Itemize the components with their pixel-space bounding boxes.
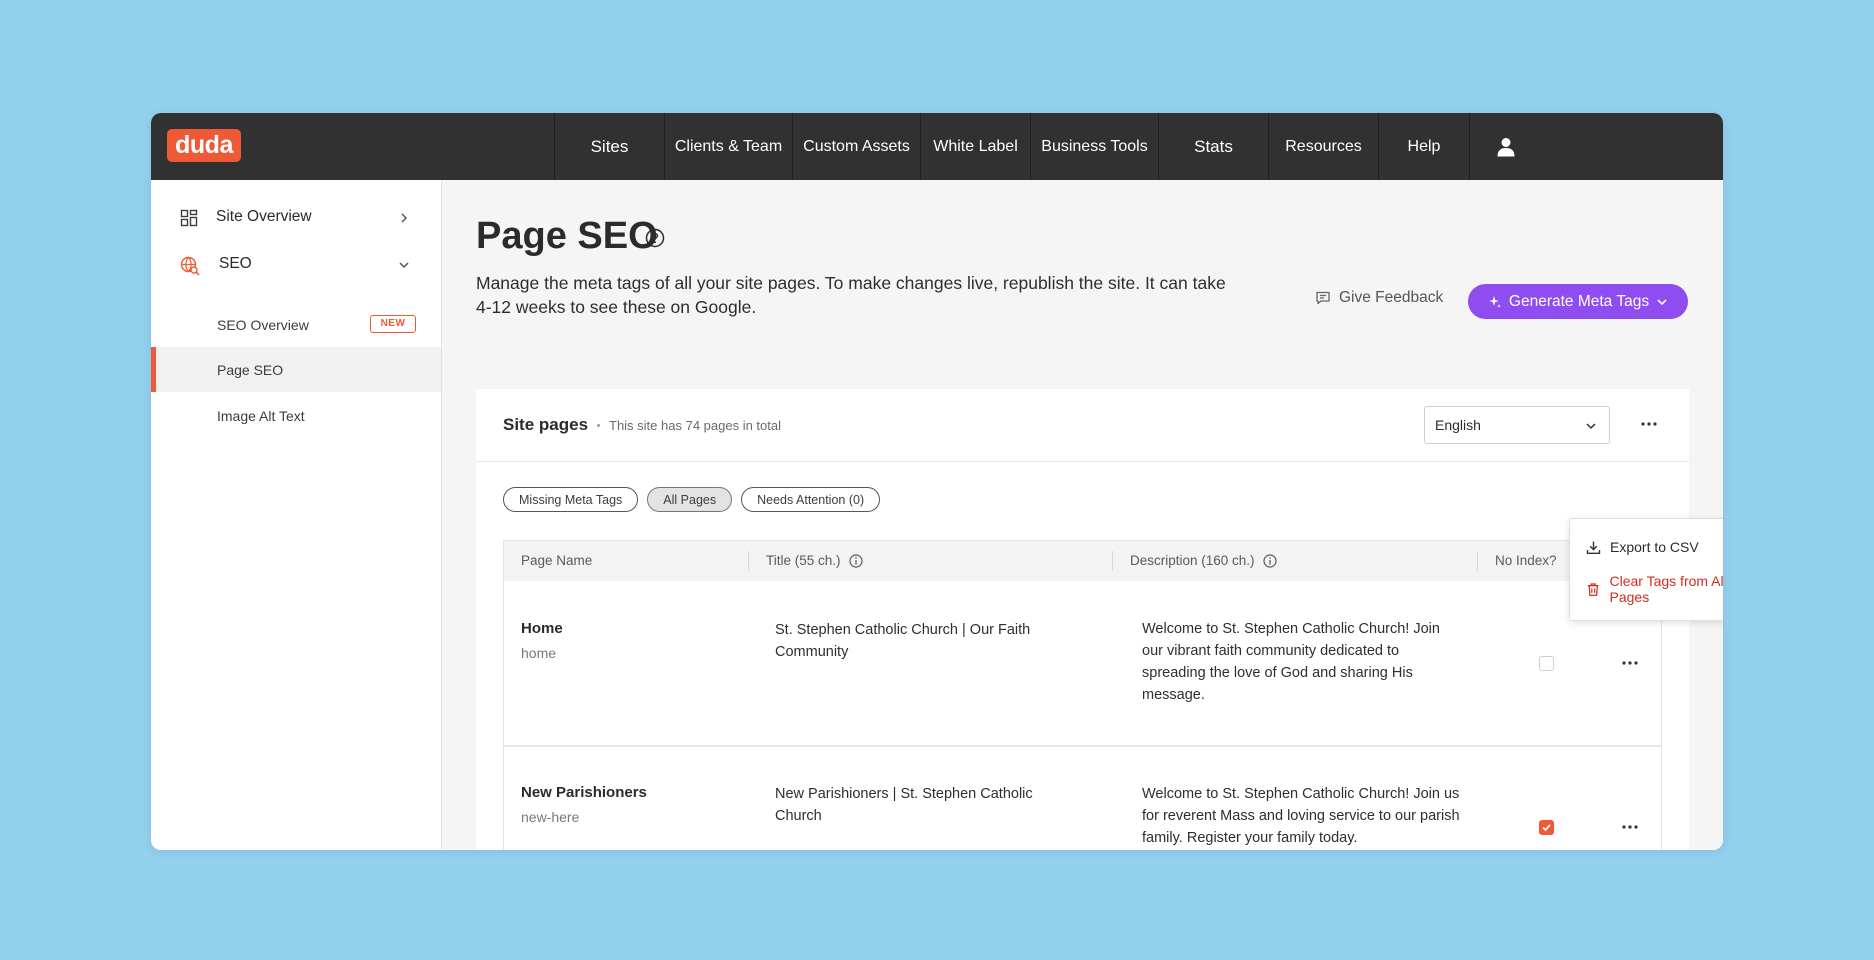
chevron-down-icon — [399, 262, 409, 269]
checkmark-icon — [1542, 824, 1551, 832]
nav-sites[interactable]: Sites — [554, 113, 664, 180]
sidebar-item-page-seo[interactable]: Page SEO — [151, 347, 441, 392]
nav-white-label[interactable]: White Label — [920, 113, 1030, 180]
filter-chips: Missing Meta Tags All Pages Needs Attent… — [503, 487, 881, 512]
info-icon[interactable] — [848, 553, 863, 568]
table-row[interactable]: New Parishioners new-here New Parishione… — [504, 747, 1661, 850]
sidebar-item-site-overview[interactable]: Site Overview — [151, 203, 441, 233]
page-description: Manage the meta tags of all your site pa… — [476, 273, 1226, 317]
export-csv-label: Export to CSV — [1610, 539, 1699, 555]
duda-logo[interactable]: duda — [167, 129, 241, 162]
column-description-label: Description (160 ch.) — [1130, 553, 1255, 568]
sidebar-item-seo-overview[interactable]: SEO Overview NEW — [151, 302, 441, 347]
give-feedback-label: Give Feedback — [1339, 289, 1444, 306]
column-title: Title (55 ch.) — [766, 553, 863, 568]
nav-resources[interactable]: Resources — [1268, 113, 1378, 180]
new-badge: NEW — [370, 315, 416, 333]
pages-table: Page Name Title (55 ch.) Description (16… — [503, 540, 1662, 850]
more-options-dropdown: Export to CSV Clear Tags from All Pages — [1569, 518, 1723, 621]
site-pages-card: Site pages This site has 74 pages in tot… — [476, 389, 1689, 850]
column-description: Description (160 ch.) — [1130, 553, 1277, 568]
no-index-checkbox[interactable] — [1539, 820, 1554, 835]
chevron-right-icon — [401, 213, 408, 223]
sidebar-item-label: Site Overview — [216, 208, 312, 225]
filter-needs-attention[interactable]: Needs Attention (0) — [741, 487, 881, 512]
page-meta-title[interactable]: New Parishioners | St. Stephen Catholic … — [775, 783, 1055, 827]
language-select[interactable]: English — [1424, 406, 1610, 444]
page-name: New Parishioners — [521, 784, 647, 801]
globe-search-icon — [180, 256, 200, 276]
row-more-options-icon[interactable] — [1621, 658, 1639, 668]
row-more-options-icon[interactable] — [1621, 822, 1639, 832]
sparkle-icon — [1488, 295, 1501, 308]
chevron-down-icon — [1657, 298, 1667, 305]
sidebar-item-seo[interactable]: SEO — [151, 250, 441, 280]
card-header: Site pages This site has 74 pages in tot… — [476, 389, 1689, 462]
page-meta-title[interactable]: St. Stephen Catholic Church | Our Faith … — [775, 619, 1055, 663]
dashboard-grid-icon — [180, 209, 198, 227]
export-csv-menu-item[interactable]: Export to CSV — [1586, 537, 1699, 557]
main-content: Page SEO Manage the meta tags of all you… — [442, 180, 1723, 850]
chevron-down-icon — [1586, 423, 1596, 430]
sidebar-item-image-alt-text[interactable]: Image Alt Text — [151, 393, 441, 438]
column-divider — [1477, 551, 1478, 571]
nav-account[interactable] — [1469, 113, 1542, 180]
filter-all-pages[interactable]: All Pages — [647, 487, 733, 512]
column-page-name: Page Name — [521, 553, 593, 568]
column-divider — [1112, 551, 1113, 571]
sidebar-item-label: Page SEO — [217, 361, 284, 378]
page-name: Home — [521, 620, 563, 637]
page-title: Page SEO — [476, 215, 658, 257]
nav-stats[interactable]: Stats — [1158, 113, 1268, 180]
help-circle-icon[interactable] — [645, 228, 665, 248]
nav-business-tools[interactable]: Business Tools — [1030, 113, 1158, 180]
separator-dot — [597, 424, 600, 427]
sidebar-item-label: Image Alt Text — [217, 407, 305, 424]
filter-missing-meta-tags[interactable]: Missing Meta Tags — [503, 487, 639, 512]
page-meta-description[interactable]: Welcome to St. Stephen Catholic Church! … — [1142, 783, 1462, 849]
trash-icon — [1587, 582, 1599, 596]
no-index-checkbox[interactable] — [1539, 656, 1554, 671]
page-meta-description[interactable]: Welcome to St. Stephen Catholic Church! … — [1142, 618, 1462, 706]
column-no-index: No Index? — [1495, 553, 1557, 568]
app-window: duda Sites Clients & Team Custom Assets … — [151, 113, 1723, 850]
give-feedback-button[interactable]: Give Feedback — [1315, 284, 1443, 312]
generate-meta-tags-label: Generate Meta Tags — [1508, 292, 1650, 310]
column-title-label: Title (55 ch.) — [766, 553, 841, 568]
info-icon[interactable] — [1262, 553, 1277, 568]
clear-tags-menu-item[interactable]: Clear Tags from All Pages — [1586, 573, 1723, 605]
page-slug: new-here — [521, 809, 580, 825]
language-value: English — [1435, 417, 1481, 433]
nav-clients-team[interactable]: Clients & Team — [664, 113, 792, 180]
generate-meta-tags-button[interactable]: Generate Meta Tags — [1468, 284, 1688, 319]
user-icon — [1497, 137, 1515, 156]
column-divider — [748, 551, 749, 571]
sidebar-item-label: SEO — [219, 255, 252, 272]
page-slug: home — [521, 645, 557, 661]
card-title: Site pages — [503, 415, 589, 434]
message-icon — [1316, 291, 1330, 305]
more-options-icon[interactable] — [1638, 416, 1660, 432]
table-row[interactable]: Home home St. Stephen Catholic Church | … — [504, 581, 1661, 745]
clear-tags-label: Clear Tags from All Pages — [1609, 573, 1724, 605]
page-count-text: This site has 74 pages in total — [609, 418, 781, 433]
top-navigation: duda Sites Clients & Team Custom Assets … — [151, 113, 1723, 180]
nav-custom-assets[interactable]: Custom Assets — [792, 113, 920, 180]
nav-help[interactable]: Help — [1378, 113, 1469, 180]
download-icon — [1586, 541, 1601, 554]
sidebar: Site Overview SEO SEO Overview NEW Page … — [151, 180, 442, 850]
sidebar-item-label: SEO Overview — [217, 316, 309, 333]
table-header: Page Name Title (55 ch.) Description (16… — [504, 541, 1653, 581]
